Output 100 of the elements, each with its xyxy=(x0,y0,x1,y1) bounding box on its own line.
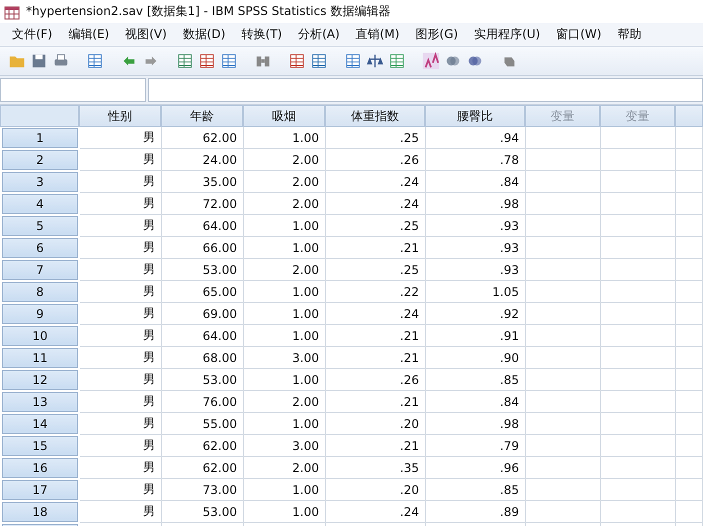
row-header[interactable]: 8 xyxy=(2,282,78,302)
table-cell: 72.00 xyxy=(162,193,244,215)
table-cell: .91 xyxy=(426,325,526,347)
table-cell: 69.00 xyxy=(162,303,244,325)
table-cell: .26 xyxy=(326,369,426,391)
table-cell: 男 xyxy=(80,127,162,149)
cell-value-field[interactable] xyxy=(148,78,703,102)
table-cell: .92 xyxy=(426,303,526,325)
table-cell: 1.00 xyxy=(244,413,326,435)
scale-icon[interactable] xyxy=(366,52,384,70)
row-header[interactable]: 4 xyxy=(2,194,78,214)
row-header[interactable]: 5 xyxy=(2,216,78,236)
table-cell: 62.00 xyxy=(162,127,244,149)
table-cell: .93 xyxy=(426,237,526,259)
table-cell: .21 xyxy=(326,347,426,369)
row-header[interactable]: 7 xyxy=(2,260,78,280)
row-header[interactable]: 15 xyxy=(2,436,78,456)
table-cell: .25 xyxy=(326,259,426,281)
row-header[interactable]: 13 xyxy=(2,392,78,412)
table-cell: 55.00 xyxy=(162,413,244,435)
menu-item[interactable]: 文件(F) xyxy=(4,26,60,43)
menu-item[interactable]: 编辑(E) xyxy=(60,26,118,43)
menu-item[interactable]: 实用程序(U) xyxy=(466,26,548,43)
row-header[interactable]: 1 xyxy=(2,128,78,148)
cell-reference-field[interactable] xyxy=(0,78,146,102)
menu-item[interactable]: 直销(M) xyxy=(348,26,408,43)
row-header[interactable]: 17 xyxy=(2,480,78,500)
table-cell: 62.00 xyxy=(162,457,244,479)
table-cell: .84 xyxy=(426,171,526,193)
table-cell: 男 xyxy=(80,413,162,435)
table-cell: 53.00 xyxy=(162,259,244,281)
table-cell: 男 xyxy=(80,391,162,413)
table-cell: 53.00 xyxy=(162,369,244,391)
grid-icon[interactable] xyxy=(220,52,238,70)
table-cell: 男 xyxy=(80,457,162,479)
table-cell: .22 xyxy=(326,281,426,303)
menu-item[interactable]: 帮助 xyxy=(609,26,650,43)
table-cell: 68.00 xyxy=(162,347,244,369)
table-cell xyxy=(676,259,703,281)
table-cell xyxy=(676,501,703,523)
save-icon[interactable] xyxy=(30,52,48,70)
table-cell: 2.00 xyxy=(244,391,326,413)
table-cell: .21 xyxy=(326,391,426,413)
table-cell: 2.00 xyxy=(244,171,326,193)
table-cell: 2.00 xyxy=(244,149,326,171)
table-cell xyxy=(676,325,703,347)
row-header[interactable]: 18 xyxy=(2,502,78,522)
menu-item[interactable]: 数据(D) xyxy=(174,26,234,43)
row-header[interactable]: 6 xyxy=(2,238,78,258)
table-cell: 73.00 xyxy=(162,479,244,501)
table-cell xyxy=(676,347,703,369)
table-cell: 65.00 xyxy=(162,281,244,303)
table-cell: 1.00 xyxy=(244,479,326,501)
table-cell: .24 xyxy=(326,303,426,325)
menu-item[interactable]: 图形(G) xyxy=(407,26,466,43)
table-cell: 2.00 xyxy=(244,193,326,215)
table-cell: 35.00 xyxy=(162,171,244,193)
column-header[interactable]: 体重指数 xyxy=(325,105,425,127)
table-cell: 男 xyxy=(80,325,162,347)
column-header[interactable]: 腰臀比 xyxy=(425,105,525,127)
table-cell: 男 xyxy=(80,435,162,457)
table-cell: .35 xyxy=(326,457,426,479)
row-header[interactable]: 16 xyxy=(2,458,78,478)
row-header[interactable]: 14 xyxy=(2,414,78,434)
table-cell: 1.05 xyxy=(426,281,526,303)
table-cell: 64.00 xyxy=(162,215,244,237)
table-cell: 男 xyxy=(80,171,162,193)
column-header[interactable]: 吸烟 xyxy=(243,105,325,127)
table-cell xyxy=(676,171,703,193)
grid-icon[interactable] xyxy=(388,52,406,70)
row-header[interactable]: 11 xyxy=(2,348,78,368)
table-cell: 3.00 xyxy=(244,347,326,369)
menu-item[interactable]: 视图(V) xyxy=(117,26,175,43)
table-cell: .20 xyxy=(326,413,426,435)
table-cell: 64.00 xyxy=(162,325,244,347)
table-cell: .26 xyxy=(326,149,426,171)
column-header[interactable]: 性别 xyxy=(79,105,161,127)
menu-item[interactable]: 转换(T) xyxy=(233,26,290,43)
table-cell: 1.00 xyxy=(244,215,326,237)
row-header[interactable]: 12 xyxy=(2,370,78,390)
table-cell: 1.00 xyxy=(244,127,326,149)
row-header[interactable]: 9 xyxy=(2,304,78,324)
table-cell: 男 xyxy=(80,479,162,501)
table-cell: 男 xyxy=(80,259,162,281)
menu-item[interactable]: 分析(A) xyxy=(290,26,348,43)
corner-cell[interactable] xyxy=(0,105,79,127)
table-cell: .84 xyxy=(426,391,526,413)
row-header[interactable]: 2 xyxy=(2,150,78,170)
row-header[interactable]: 3 xyxy=(2,172,78,192)
table-cell: .24 xyxy=(326,193,426,215)
row-header[interactable]: 10 xyxy=(2,326,78,346)
table-cell: .24 xyxy=(326,171,426,193)
table-icon[interactable] xyxy=(288,52,306,70)
table-cell: .85 xyxy=(426,479,526,501)
table-cell: .21 xyxy=(326,237,426,259)
table-cell xyxy=(676,457,703,479)
menu-item[interactable]: 窗口(W) xyxy=(548,26,610,43)
column-header[interactable]: 年龄 xyxy=(161,105,243,127)
table-cell: .90 xyxy=(426,347,526,369)
table-cell: .94 xyxy=(426,127,526,149)
